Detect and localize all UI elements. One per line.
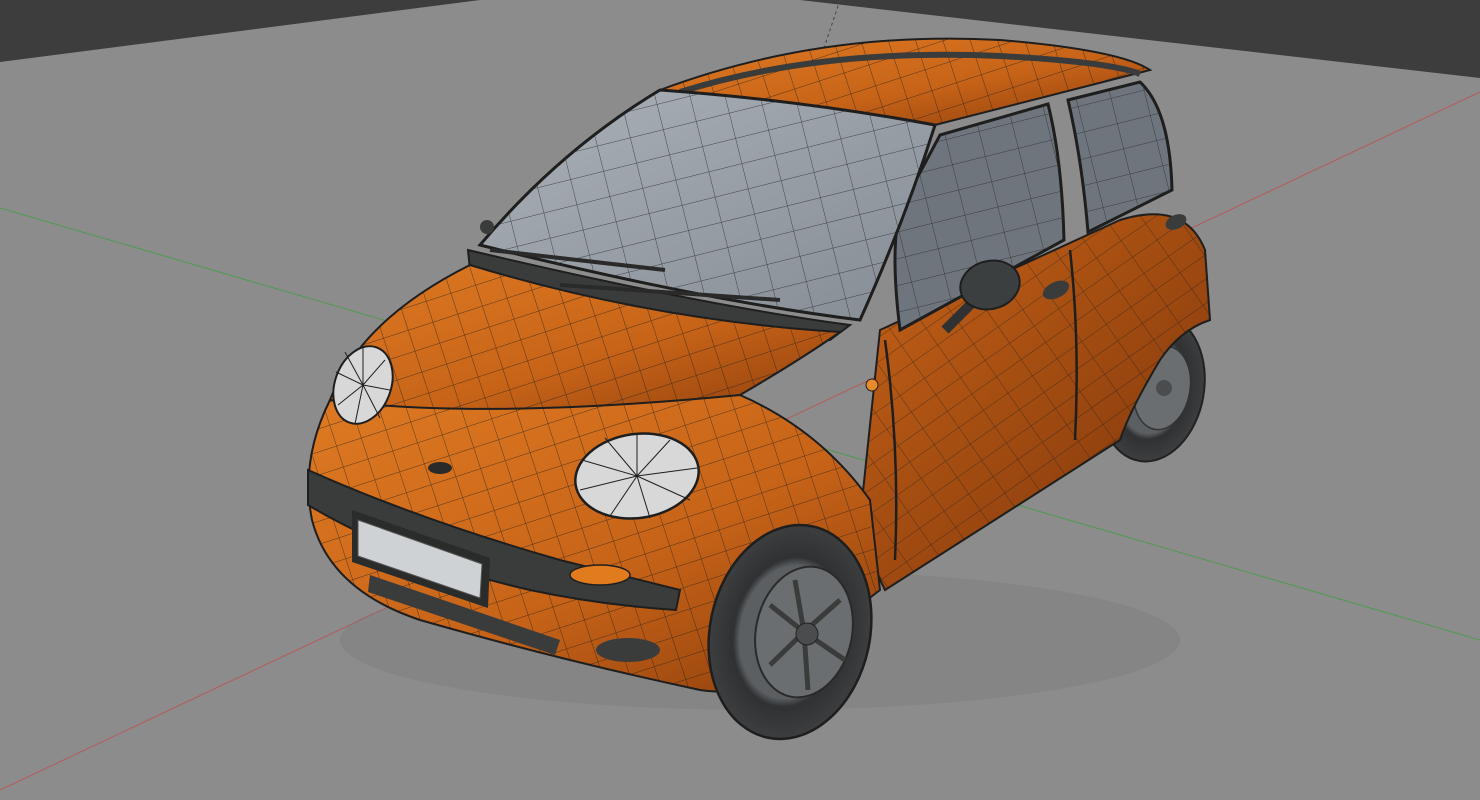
side-marker: [865, 378, 879, 392]
fog-light: [596, 638, 660, 662]
turn-signal: [569, 564, 631, 586]
antenna-base: [480, 220, 494, 234]
brand-badge: [428, 462, 452, 474]
3d-viewport[interactable]: [0, 0, 1480, 800]
